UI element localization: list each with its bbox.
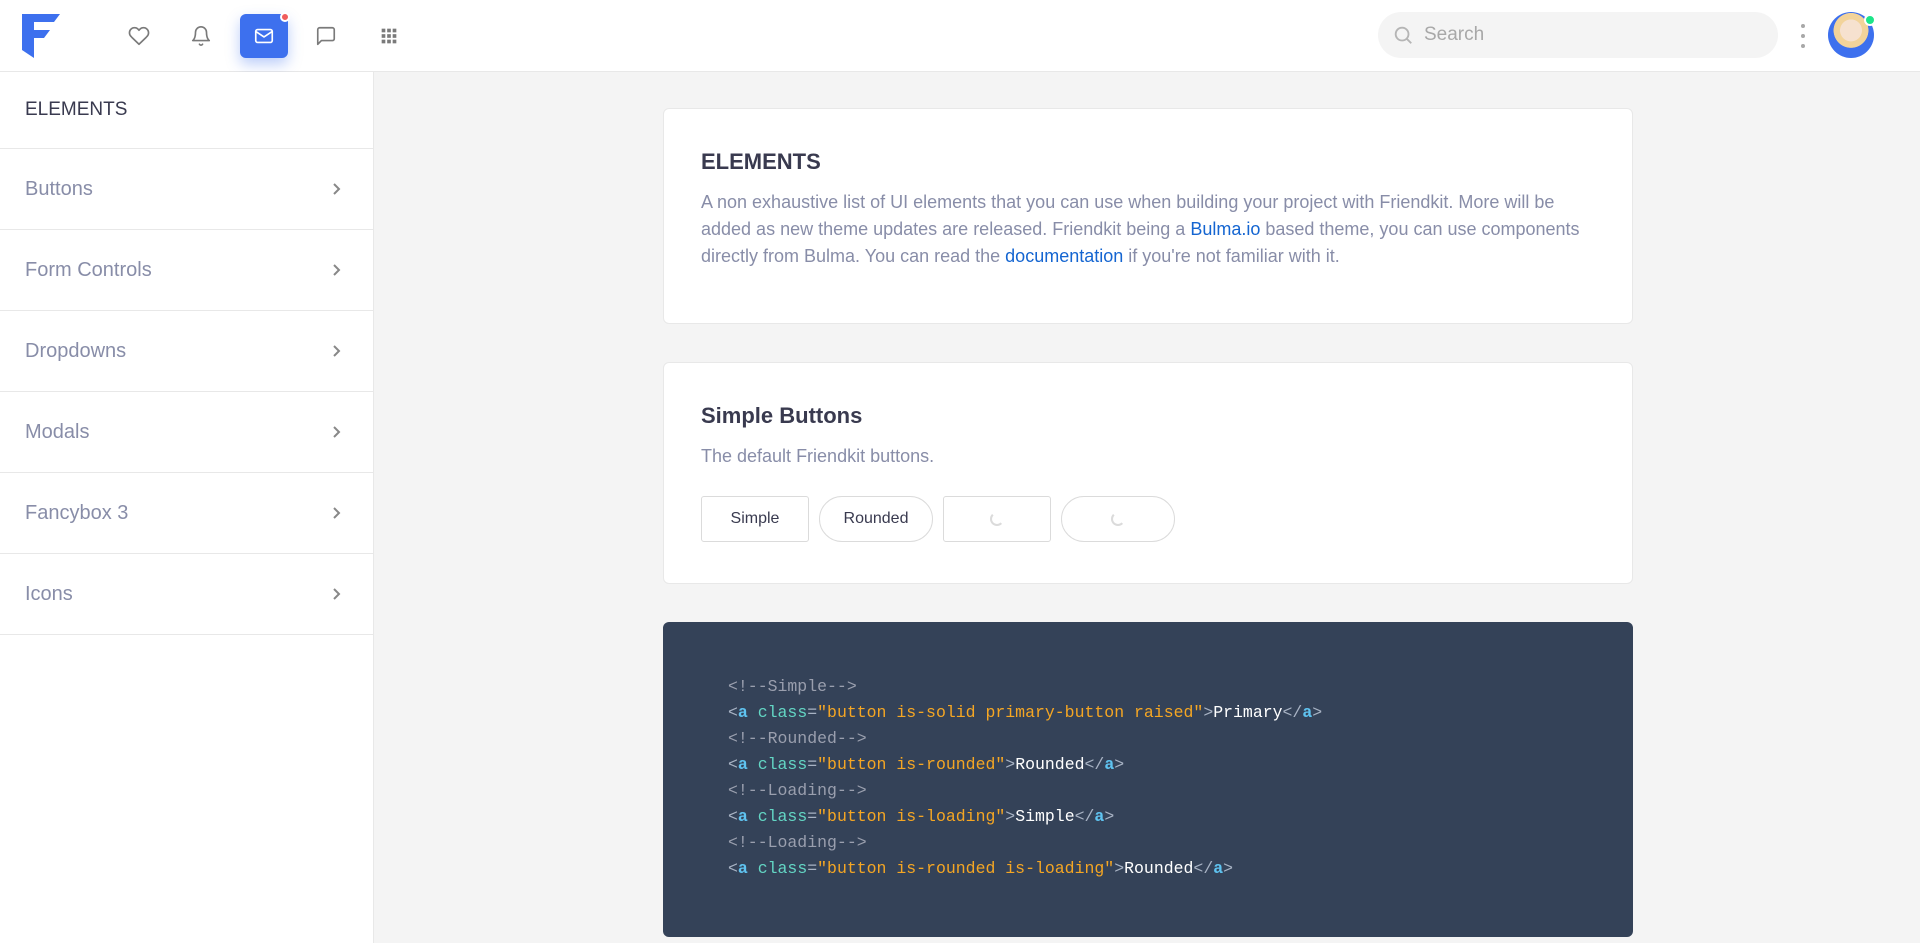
code-tag: a <box>1104 755 1115 774</box>
sidebar-item-form-controls[interactable]: Form Controls <box>0 230 373 311</box>
sidebar-item-label: Dropdowns <box>25 339 127 362</box>
sidebar-item-fancybox[interactable]: Fancybox 3 <box>0 473 373 554</box>
sidebar-item-label: Fancybox 3 <box>25 501 129 524</box>
simple-buttons-card: Simple Buttons The default Friendkit but… <box>663 362 1633 584</box>
heart-icon[interactable] <box>115 14 163 58</box>
sidebar-item-label: Buttons <box>25 177 93 200</box>
bell-icon[interactable] <box>177 14 225 58</box>
elements-intro-card: ELEMENTS A non exhaustive list of UI ele… <box>663 108 1633 324</box>
search-icon <box>1394 26 1412 44</box>
code-text: Simple <box>1015 807 1075 826</box>
intro-text-part: if you're not familiar with it. <box>1123 246 1340 266</box>
code-string: "button is-rounded is-loading" <box>817 859 1115 878</box>
code-line: <a class="button is-loading">Simple</a> <box>728 807 1115 826</box>
code-comment: <!--Rounded--> <box>728 729 867 748</box>
code-text: Rounded <box>1124 859 1194 878</box>
code-comment: <!--Simple--> <box>728 677 857 696</box>
code-tag: a <box>1213 859 1224 878</box>
notification-dot <box>280 12 290 22</box>
top-navbar <box>0 0 1920 72</box>
code-tag: a <box>737 859 748 878</box>
code-snippet-card: <!--Simple--> <a class="button is-solid … <box>663 622 1633 937</box>
friendkit-logo[interactable] <box>22 14 60 58</box>
chevron-right-icon <box>333 588 341 600</box>
sidebar-header: ELEMENTS <box>0 72 373 149</box>
loading-button[interactable] <box>943 496 1051 542</box>
code-tag: a <box>737 807 748 826</box>
section-title: Simple Buttons <box>701 403 863 428</box>
code-tag: a <box>737 755 748 774</box>
chat-icon[interactable] <box>302 14 350 58</box>
code-line: <!--Loading--> <box>728 830 1568 856</box>
elements-sidebar: ELEMENTS Buttons Form Controls Dropdowns… <box>0 72 374 943</box>
bulma-link[interactable]: Bulma.io <box>1190 219 1260 239</box>
code-tag: a <box>1302 703 1313 722</box>
code-attr: class <box>757 755 808 774</box>
intro-title: ELEMENTS <box>701 149 821 174</box>
chevron-right-icon <box>333 183 341 195</box>
rounded-button[interactable]: Rounded <box>819 496 933 542</box>
sidebar-item-label: Form Controls <box>25 258 152 281</box>
intro-text: A non exhaustive list of UI elements tha… <box>701 189 1595 270</box>
code-line: <!--Loading--> <box>728 778 1568 804</box>
loading-spinner-icon <box>1111 512 1125 526</box>
rounded-loading-button[interactable] <box>1061 496 1175 542</box>
sidebar-item-dropdowns[interactable]: Dropdowns <box>0 311 373 392</box>
code-text: Primary <box>1213 703 1283 722</box>
sidebar-item-label: Modals <box>25 420 90 443</box>
user-avatar[interactable] <box>1828 12 1876 58</box>
code-line: <a class="button is-rounded is-loading">… <box>728 859 1234 878</box>
search-input[interactable] <box>1424 24 1764 46</box>
code-string: "button is-rounded" <box>817 755 1006 774</box>
code-string: "button is-loading" <box>817 807 1006 826</box>
code-line: <a class="button is-rounded">Rounded</a> <box>728 755 1125 774</box>
chevron-right-icon <box>333 345 341 357</box>
code-line: <!--Rounded--> <box>728 726 1568 752</box>
apps-grid-icon[interactable] <box>365 14 413 58</box>
code-comment: <!--Loading--> <box>728 781 867 800</box>
chevron-right-icon <box>333 426 341 438</box>
more-options-icon[interactable] <box>1797 24 1809 48</box>
code-text: Rounded <box>1015 755 1085 774</box>
section-subtitle: The default Friendkit buttons. <box>701 446 935 466</box>
code-attr: class <box>757 859 808 878</box>
mail-icon[interactable] <box>240 12 290 58</box>
code-line: <!--Simple--> <box>728 674 1568 700</box>
code-tag: a <box>737 703 748 722</box>
online-status-dot <box>1864 14 1876 26</box>
code-string: "button is-solid primary-button raised" <box>817 703 1204 722</box>
code-tag: a <box>1094 807 1105 826</box>
buttons-row: Simple Rounded <box>701 496 1595 542</box>
chevron-right-icon <box>333 507 341 519</box>
documentation-link[interactable]: documentation <box>1005 246 1123 266</box>
sidebar-item-icons[interactable]: Icons <box>0 554 373 635</box>
search-bar[interactable] <box>1378 12 1778 58</box>
code-comment: <!--Loading--> <box>728 833 867 852</box>
sidebar-item-buttons[interactable]: Buttons <box>0 149 373 230</box>
chevron-right-icon <box>333 264 341 276</box>
code-line: <a class="button is-solid primary-button… <box>728 703 1323 722</box>
simple-button[interactable]: Simple <box>701 496 809 542</box>
sidebar-item-modals[interactable]: Modals <box>0 392 373 473</box>
code-attr: class <box>757 807 808 826</box>
code-attr: class <box>757 703 808 722</box>
sidebar-item-label: Icons <box>25 582 73 605</box>
loading-spinner-icon <box>990 512 1004 526</box>
